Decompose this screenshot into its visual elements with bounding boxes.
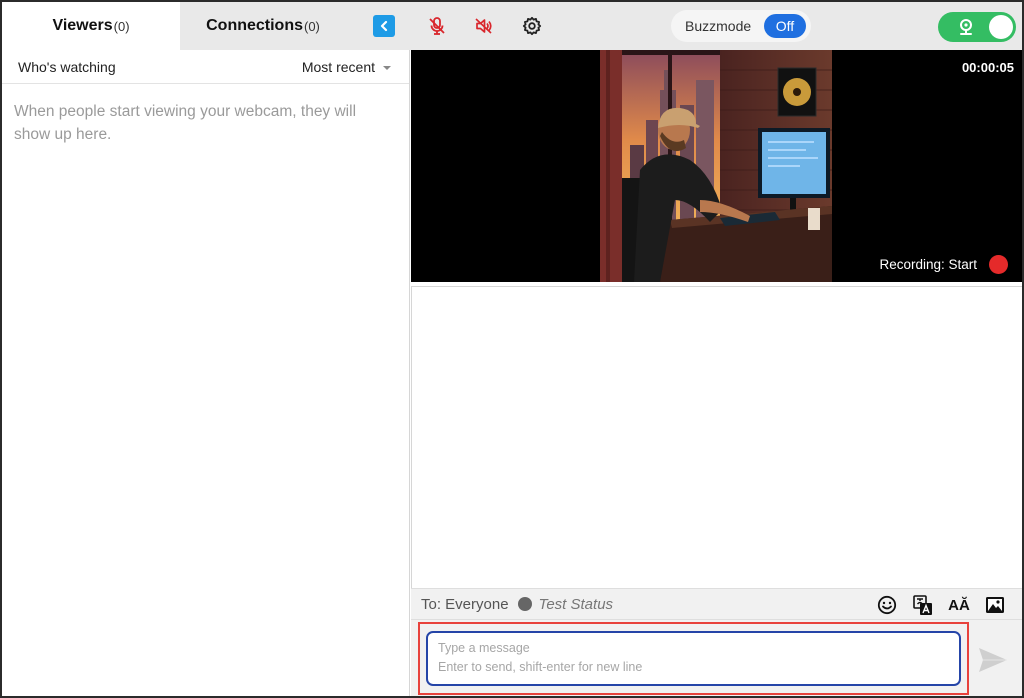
composer-highlight [418,622,969,695]
chat-recipient-bar: To: Everyone Test Status AĂ [411,588,1022,620]
collapse-panel-button[interactable] [373,15,395,37]
image-button[interactable] [984,594,1006,616]
stream-timer: 00:00:05 [961,60,1014,75]
recipient-selector[interactable]: To: Everyone [421,596,509,613]
gear-icon [522,16,542,36]
mic-toggle-button[interactable] [425,14,449,38]
webcam-scene-image [600,50,832,282]
top-bar: Viewers (0) Connections (0) Buzzmode Off [2,2,1022,50]
chevron-left-icon [380,20,388,32]
record-dot-icon [989,255,1008,274]
chat-messages-area [411,286,1022,588]
tab-viewers-label: Viewers [52,17,113,34]
viewers-panel: Who's watching Most recent When people s… [2,50,410,696]
buzzmode-off-button[interactable]: Off [764,14,806,38]
chat-tools: AĂ [876,594,1006,616]
webcam-preview: 00:00:05 Recording: Start [411,50,1022,282]
sort-dropdown[interactable]: Most recent [302,59,391,75]
recording-start-button[interactable]: Recording: Start [879,255,1008,274]
viewers-subheader: Who's watching Most recent [2,50,409,84]
emoji-button[interactable] [876,594,898,616]
settings-button[interactable] [520,14,544,38]
translate-button[interactable] [912,594,934,616]
send-button[interactable] [978,646,1008,674]
viewers-empty-message: When people start viewing your webcam, t… [14,103,357,143]
tab-viewers-count: (0) [113,18,130,34]
buzzmode-label: Buzzmode [685,18,752,34]
font-size-button[interactable]: AĂ [948,594,970,616]
webcam-icon [960,19,972,35]
mic-muted-icon [429,17,445,35]
send-icon [979,648,1007,672]
translate-icon [913,595,932,615]
tab-connections-count: (0) [304,18,320,34]
caret-down-icon [383,65,391,70]
font-size-icon: AĂ [948,596,970,614]
emoji-icon [877,595,897,615]
webcam-toggle[interactable] [938,12,1016,42]
image-icon [986,597,1004,613]
message-composer [411,620,1022,696]
webcam-toggle-knob [989,15,1013,39]
speaker-toggle-button[interactable] [472,14,496,38]
recording-label: Recording: Start [879,257,977,272]
speaker-muted-icon [475,18,492,34]
webcam-video-frame [600,50,832,282]
sort-label: Most recent [301,58,375,75]
app-window: Viewers (0) Connections (0) Buzzmode Off… [0,0,1024,698]
tab-connections-label: Connections [206,17,303,34]
whos-watching-heading: Who's watching [18,58,116,75]
status-text[interactable]: Test Status [539,596,614,613]
tab-connections[interactable]: Connections (0) [180,2,346,50]
buzzmode-switch: Buzzmode Off [671,10,811,42]
tab-viewers[interactable]: Viewers (0) [2,2,180,50]
status-dot-icon [517,597,532,611]
message-input[interactable] [426,631,961,686]
